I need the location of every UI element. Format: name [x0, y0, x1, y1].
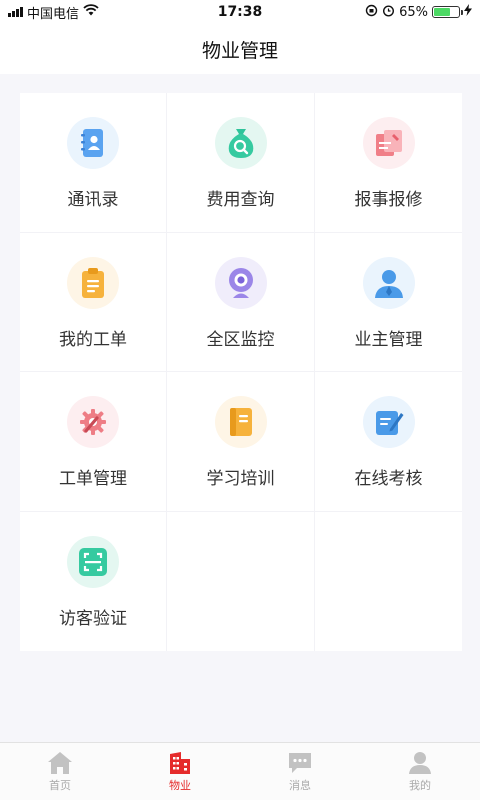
grid-item-label: 通讯录 — [67, 190, 119, 210]
edit-note-icon — [375, 411, 403, 435]
grid-item-label: 全区监控 — [206, 329, 275, 350]
grid-item-label: 在线考核 — [354, 469, 423, 489]
nav-header: 物业管理 — [0, 24, 480, 74]
wifi-icon — [83, 4, 99, 20]
icon-circle — [67, 535, 119, 588]
grid-item-my-work-orders[interactable]: 我的工单 — [20, 232, 167, 372]
grid-item-label: 访客验证 — [59, 608, 127, 629]
document-book-icon — [229, 408, 252, 436]
icon-circle — [362, 117, 415, 169]
icon-circle — [214, 256, 267, 309]
tab-profile[interactable]: 我的 — [360, 743, 480, 800]
scan-code-icon — [79, 547, 107, 576]
grid-item-owner-management[interactable]: 业主管理 — [315, 233, 462, 372]
charging-icon — [464, 4, 472, 20]
icon-circle — [362, 396, 415, 448]
webcam-icon — [228, 267, 253, 298]
grid-item-online-exam[interactable]: 在线考核 — [315, 372, 462, 512]
grid-item-training[interactable]: 学习培训 — [167, 372, 315, 512]
status-left: 中国电信 — [8, 3, 168, 22]
icon-circle — [67, 256, 119, 309]
building-icon — [170, 751, 190, 774]
grid-empty-cell — [315, 512, 462, 652]
tab-label: 我的 — [409, 778, 431, 792]
icon-circle — [67, 117, 119, 169]
contacts-book-icon — [81, 129, 103, 157]
tab-label: 物业 — [169, 778, 191, 792]
grid-item-report-repair[interactable]: 报事报修 — [315, 93, 462, 233]
message-bubble-icon — [289, 752, 311, 773]
status-right: 65% — [312, 4, 472, 21]
grid-item-label: 工单管理 — [59, 469, 127, 489]
grid-item-label: 学习培训 — [206, 469, 275, 489]
icon-circle — [362, 256, 415, 309]
tab-label: 首页 — [49, 778, 71, 792]
grid-item-contacts[interactable]: 通讯录 — [20, 93, 167, 233]
grid-item-work-order-management[interactable]: 工单管理 — [20, 372, 167, 512]
profile-icon — [409, 751, 431, 774]
tab-home[interactable]: 首页 — [0, 743, 120, 800]
feature-grid: 通讯录 费用查询 报事报修 我的工单 全区监控 业主管理 工单管理 学习培训 在… — [20, 93, 462, 651]
grid-empty-cell — [167, 511, 315, 651]
icon-circle — [214, 117, 267, 169]
clipboard-icon — [82, 267, 104, 298]
page-title: 物业管理 — [201, 39, 278, 62]
report-repair-icon — [375, 130, 402, 156]
tab-property[interactable]: 物业 — [120, 743, 240, 800]
status-time: 17:38 — [217, 4, 263, 20]
status-bar: 中国电信 17:38 65% — [0, 0, 480, 24]
money-bag-search-icon — [228, 129, 253, 158]
grid-item-label: 我的工单 — [59, 329, 127, 350]
signal-icon — [8, 7, 23, 17]
bottom-tab-bar: 首页 物业 消息 我的 — [0, 742, 480, 800]
icon-circle — [214, 396, 267, 448]
grid-item-visitor-verification[interactable]: 访客验证 — [20, 511, 167, 651]
orientation-lock-icon — [365, 4, 378, 21]
owner-person-icon — [374, 269, 403, 298]
gear-wrench-icon — [80, 409, 106, 435]
grid-item-label: 费用查询 — [206, 190, 275, 210]
carrier-label: 中国电信 — [27, 6, 80, 22]
grid-item-label: 报事报修 — [354, 190, 423, 210]
grid-item-fee-query[interactable]: 费用查询 — [167, 93, 315, 233]
grid-item-area-monitor[interactable]: 全区监控 — [167, 232, 315, 372]
alarm-icon — [382, 4, 395, 21]
tab-messages[interactable]: 消息 — [240, 743, 360, 800]
home-icon — [48, 751, 72, 774]
icon-circle — [67, 396, 119, 448]
battery-icon — [432, 6, 463, 18]
battery-percent: 65% — [399, 4, 428, 20]
grid-item-label: 业主管理 — [354, 329, 423, 350]
tab-label: 消息 — [289, 778, 311, 792]
